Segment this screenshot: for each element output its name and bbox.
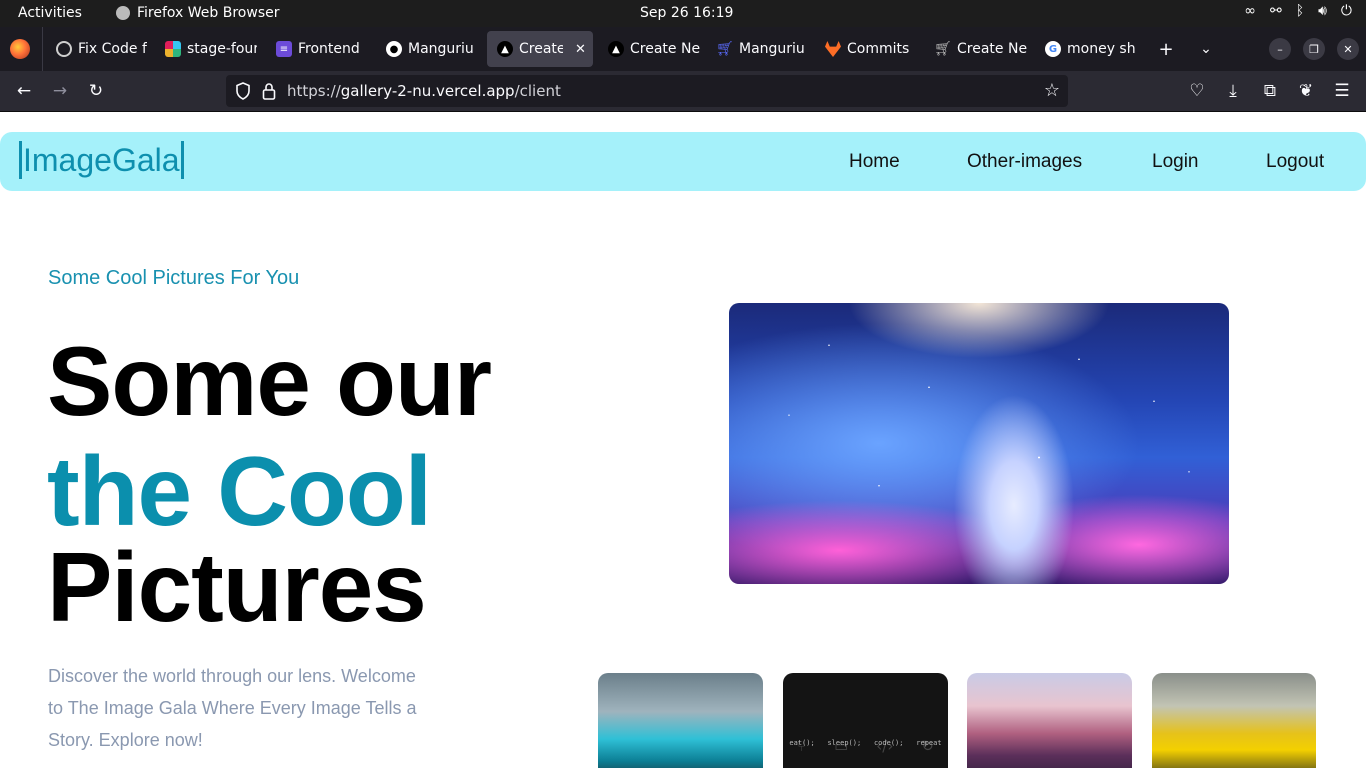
restore-icon[interactable]: ❐ [1303, 38, 1325, 60]
code-word: eat(); [789, 739, 815, 747]
reload-icon[interactable]: ↻ [85, 80, 107, 102]
tab-label: Frontend [298, 41, 360, 57]
tab[interactable]: Commits [813, 31, 917, 67]
tab-label: Create Ne [957, 41, 1027, 57]
cart-icon: 🛒︎ [934, 41, 952, 57]
url-host: gallery-2-nu.vercel.app [340, 82, 515, 100]
tab-label: money sh [1067, 41, 1136, 57]
github-icon: ● [386, 41, 402, 57]
hero-title-line-1: Some our [47, 326, 492, 436]
hero-title-line-3: Pictures [47, 532, 427, 642]
lock-icon[interactable] [262, 82, 276, 100]
vercel-icon: ▲ [497, 41, 513, 57]
hero-title-line-2: the Cool [47, 436, 432, 546]
gitlab-icon [825, 41, 841, 57]
site-logo[interactable]: ImageGala [18, 141, 185, 179]
google-icon: G [1045, 41, 1061, 57]
tab[interactable]: 🛒︎ Create Ne [923, 31, 1027, 67]
gallery-thumbnail-car[interactable] [598, 673, 763, 768]
bluetooth-icon: ᛒ [1295, 3, 1305, 19]
system-top-bar: Activities Firefox Web Browser Sep 26 16… [0, 0, 1366, 27]
tracking-shield-icon[interactable] [235, 82, 251, 100]
logo-text: ImageGala [23, 141, 180, 178]
tab[interactable]: 🛒︎ Manguriu [705, 31, 809, 67]
list-all-tabs-icon[interactable]: ⌄ [1192, 31, 1220, 67]
url-scheme: https:// [287, 82, 341, 100]
logo-cursor-left [19, 141, 22, 179]
nav-logout-link[interactable]: Logout [1266, 151, 1324, 173]
tab-separator [42, 27, 43, 71]
thumbnail-code-text: eat(); sleep(); code(); repeat [783, 739, 948, 747]
code-word: sleep(); [827, 739, 862, 747]
tab-label: Create Ne [630, 41, 700, 57]
code-word: code(); [873, 739, 904, 747]
openai-icon [56, 41, 72, 57]
close-window-icon[interactable]: ✕ [1337, 38, 1359, 60]
tagline: Some Cool Pictures For You [48, 267, 300, 289]
app-menu[interactable]: Firefox Web Browser [116, 5, 280, 21]
tab[interactable]: ▲ Create Ne [596, 31, 700, 67]
tab-label: Fix Code f [78, 41, 147, 57]
link-icon: ∞ [1244, 3, 1256, 19]
close-tab-icon[interactable]: ✕ [575, 42, 586, 57]
hero-description: Discover the world through our lens. Wel… [48, 666, 417, 750]
url-text[interactable]: https://gallery-2-nu.vercel.app/client [287, 82, 561, 100]
tab-label: Manguriu [739, 41, 805, 57]
tab-label: Commits [847, 41, 910, 57]
tab[interactable]: G money sh [1033, 31, 1137, 67]
activities-button[interactable]: Activities [18, 5, 82, 21]
forward-icon[interactable]: → [49, 80, 71, 102]
site-header: ImageGala Home Other-images Login Logout [0, 132, 1366, 191]
featured-image[interactable] [729, 303, 1229, 584]
power-icon: ⏻ [1340, 3, 1352, 19]
notion-page-icon: ≡ [276, 41, 292, 57]
extensions-icon[interactable]: ⧉ [1259, 80, 1281, 102]
gallery-thumbnail-landscape[interactable] [967, 673, 1132, 768]
volume-icon: 🔊︎ [1318, 3, 1327, 19]
vercel-icon: ▲ [608, 41, 624, 57]
clock[interactable]: Sep 26 16:19 [640, 5, 733, 21]
network-icon: ⚯ [1269, 3, 1282, 19]
tab[interactable]: ● Manguriu [374, 31, 478, 67]
tab-label: Create N [519, 41, 563, 57]
tab-label: Manguriu [408, 41, 474, 57]
minimize-icon[interactable]: – [1269, 38, 1291, 60]
tab-strip: Fix Code f stage-four ≡ Frontend ● Mangu… [0, 27, 1366, 71]
navigation-toolbar: ← → ↻ https://gallery-2-nu.vercel.app/cl… [0, 71, 1366, 112]
gallery-thumbnail-yellow-car[interactable] [1152, 673, 1316, 768]
menu-icon[interactable]: ☰ [1331, 80, 1353, 102]
nav-other-images-link[interactable]: Other-images [967, 151, 1082, 173]
pocket-icon[interactable]: ♡ [1186, 80, 1208, 102]
nav-home-link[interactable]: Home [849, 151, 900, 173]
tab[interactable]: ≡ Frontend [264, 31, 368, 67]
new-tab-icon[interactable]: + [1152, 31, 1180, 67]
tab-active[interactable]: ▲ Create N ✕ [487, 31, 593, 67]
nav-login-link[interactable]: Login [1152, 151, 1199, 173]
extension-icon[interactable]: ❦ [1295, 80, 1317, 102]
firefox-view-icon[interactable] [10, 39, 30, 59]
logo-cursor-right [180, 141, 184, 179]
downloads-icon[interactable]: ⤓ [1222, 80, 1244, 102]
system-tray[interactable]: ∞ ⚯ ᛒ 🔊︎ ⏻ [1244, 3, 1352, 19]
tab-label: stage-four [187, 41, 257, 57]
back-icon[interactable]: ← [13, 80, 35, 102]
tab[interactable]: Fix Code f [44, 31, 148, 67]
cart-icon: 🛒︎ [716, 41, 734, 57]
tab[interactable]: stage-four [153, 31, 257, 67]
app-name: Firefox Web Browser [137, 5, 280, 21]
gallery-thumbnail-code[interactable]: ⑂ ▭ ‹/› ↻ eat(); sleep(); code(); repeat [783, 673, 948, 768]
bookmark-star-icon[interactable]: ☆ [1044, 80, 1060, 101]
url-bar[interactable]: https://gallery-2-nu.vercel.app/client ☆ [226, 75, 1068, 107]
code-word: repeat [916, 739, 942, 747]
slack-icon [165, 41, 181, 57]
firefox-small-icon [116, 6, 130, 20]
featured-image-stars [729, 303, 1229, 584]
url-path: /client [514, 82, 561, 100]
